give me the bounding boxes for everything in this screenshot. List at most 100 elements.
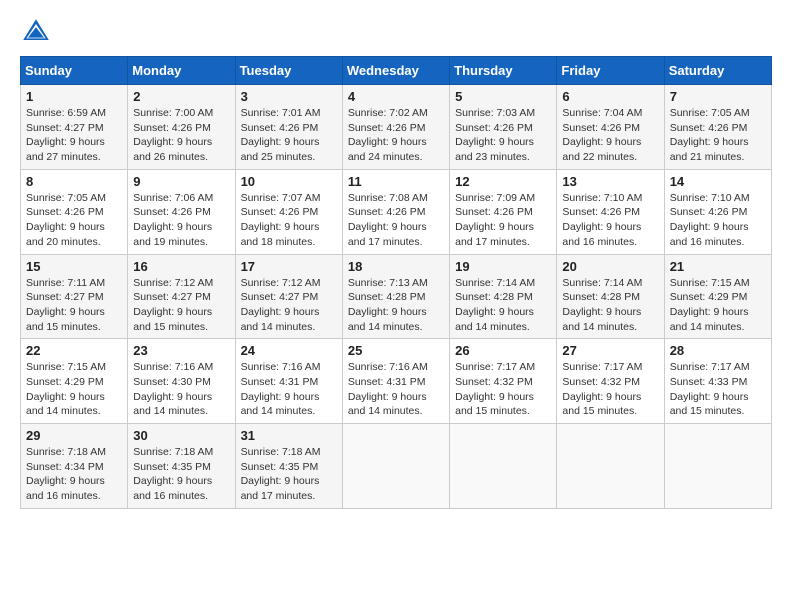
day-info: Sunrise: 7:05 AM Sunset: 4:26 PM Dayligh… (670, 106, 766, 165)
calendar-cell: 14 Sunrise: 7:10 AM Sunset: 4:26 PM Dayl… (664, 169, 771, 254)
day-number: 25 (348, 343, 444, 358)
day-number: 3 (241, 89, 337, 104)
day-header-wednesday: Wednesday (342, 57, 449, 85)
calendar-cell (664, 424, 771, 509)
calendar-cell: 6 Sunrise: 7:04 AM Sunset: 4:26 PM Dayli… (557, 85, 664, 170)
day-info: Sunrise: 7:17 AM Sunset: 4:32 PM Dayligh… (562, 360, 658, 419)
calendar-cell: 23 Sunrise: 7:16 AM Sunset: 4:30 PM Dayl… (128, 339, 235, 424)
day-number: 27 (562, 343, 658, 358)
logo-icon (20, 16, 52, 48)
day-number: 20 (562, 259, 658, 274)
calendar-cell: 9 Sunrise: 7:06 AM Sunset: 4:26 PM Dayli… (128, 169, 235, 254)
calendar-cell: 3 Sunrise: 7:01 AM Sunset: 4:26 PM Dayli… (235, 85, 342, 170)
calendar-cell: 13 Sunrise: 7:10 AM Sunset: 4:26 PM Dayl… (557, 169, 664, 254)
day-number: 7 (670, 89, 766, 104)
day-number: 21 (670, 259, 766, 274)
calendar-cell: 7 Sunrise: 7:05 AM Sunset: 4:26 PM Dayli… (664, 85, 771, 170)
day-number: 24 (241, 343, 337, 358)
day-header-monday: Monday (128, 57, 235, 85)
calendar-table: SundayMondayTuesdayWednesdayThursdayFrid… (20, 56, 772, 509)
logo (20, 16, 56, 48)
day-number: 4 (348, 89, 444, 104)
day-number: 14 (670, 174, 766, 189)
day-header-tuesday: Tuesday (235, 57, 342, 85)
day-info: Sunrise: 7:14 AM Sunset: 4:28 PM Dayligh… (455, 276, 551, 335)
day-info: Sunrise: 7:10 AM Sunset: 4:26 PM Dayligh… (562, 191, 658, 250)
calendar-cell: 30 Sunrise: 7:18 AM Sunset: 4:35 PM Dayl… (128, 424, 235, 509)
calendar-cell: 15 Sunrise: 7:11 AM Sunset: 4:27 PM Dayl… (21, 254, 128, 339)
calendar-week-5: 29 Sunrise: 7:18 AM Sunset: 4:34 PM Dayl… (21, 424, 772, 509)
calendar-cell: 17 Sunrise: 7:12 AM Sunset: 4:27 PM Dayl… (235, 254, 342, 339)
day-info: Sunrise: 7:12 AM Sunset: 4:27 PM Dayligh… (241, 276, 337, 335)
day-number: 10 (241, 174, 337, 189)
calendar-cell: 8 Sunrise: 7:05 AM Sunset: 4:26 PM Dayli… (21, 169, 128, 254)
day-number: 15 (26, 259, 122, 274)
calendar-cell: 4 Sunrise: 7:02 AM Sunset: 4:26 PM Dayli… (342, 85, 449, 170)
calendar-cell: 5 Sunrise: 7:03 AM Sunset: 4:26 PM Dayli… (450, 85, 557, 170)
day-number: 5 (455, 89, 551, 104)
day-info: Sunrise: 7:18 AM Sunset: 4:34 PM Dayligh… (26, 445, 122, 504)
calendar-week-3: 15 Sunrise: 7:11 AM Sunset: 4:27 PM Dayl… (21, 254, 772, 339)
day-info: Sunrise: 6:59 AM Sunset: 4:27 PM Dayligh… (26, 106, 122, 165)
day-info: Sunrise: 7:09 AM Sunset: 4:26 PM Dayligh… (455, 191, 551, 250)
day-number: 11 (348, 174, 444, 189)
day-number: 18 (348, 259, 444, 274)
day-number: 12 (455, 174, 551, 189)
calendar-cell: 20 Sunrise: 7:14 AM Sunset: 4:28 PM Dayl… (557, 254, 664, 339)
day-info: Sunrise: 7:06 AM Sunset: 4:26 PM Dayligh… (133, 191, 229, 250)
day-number: 1 (26, 89, 122, 104)
day-number: 23 (133, 343, 229, 358)
day-number: 13 (562, 174, 658, 189)
calendar-cell (342, 424, 449, 509)
calendar-body: 1 Sunrise: 6:59 AM Sunset: 4:27 PM Dayli… (21, 85, 772, 509)
day-info: Sunrise: 7:15 AM Sunset: 4:29 PM Dayligh… (670, 276, 766, 335)
calendar-cell: 19 Sunrise: 7:14 AM Sunset: 4:28 PM Dayl… (450, 254, 557, 339)
day-info: Sunrise: 7:16 AM Sunset: 4:31 PM Dayligh… (241, 360, 337, 419)
day-number: 31 (241, 428, 337, 443)
day-number: 22 (26, 343, 122, 358)
day-number: 19 (455, 259, 551, 274)
calendar-cell: 18 Sunrise: 7:13 AM Sunset: 4:28 PM Dayl… (342, 254, 449, 339)
day-number: 6 (562, 89, 658, 104)
calendar-cell: 2 Sunrise: 7:00 AM Sunset: 4:26 PM Dayli… (128, 85, 235, 170)
calendar-week-4: 22 Sunrise: 7:15 AM Sunset: 4:29 PM Dayl… (21, 339, 772, 424)
calendar-cell: 31 Sunrise: 7:18 AM Sunset: 4:35 PM Dayl… (235, 424, 342, 509)
day-number: 17 (241, 259, 337, 274)
calendar-cell: 1 Sunrise: 6:59 AM Sunset: 4:27 PM Dayli… (21, 85, 128, 170)
day-number: 28 (670, 343, 766, 358)
day-info: Sunrise: 7:01 AM Sunset: 4:26 PM Dayligh… (241, 106, 337, 165)
day-number: 2 (133, 89, 229, 104)
day-info: Sunrise: 7:14 AM Sunset: 4:28 PM Dayligh… (562, 276, 658, 335)
day-number: 8 (26, 174, 122, 189)
day-info: Sunrise: 7:11 AM Sunset: 4:27 PM Dayligh… (26, 276, 122, 335)
day-number: 9 (133, 174, 229, 189)
day-header-saturday: Saturday (664, 57, 771, 85)
day-info: Sunrise: 7:17 AM Sunset: 4:32 PM Dayligh… (455, 360, 551, 419)
page-header (20, 16, 772, 48)
day-info: Sunrise: 7:08 AM Sunset: 4:26 PM Dayligh… (348, 191, 444, 250)
calendar-week-2: 8 Sunrise: 7:05 AM Sunset: 4:26 PM Dayli… (21, 169, 772, 254)
day-number: 29 (26, 428, 122, 443)
day-info: Sunrise: 7:05 AM Sunset: 4:26 PM Dayligh… (26, 191, 122, 250)
calendar-cell: 29 Sunrise: 7:18 AM Sunset: 4:34 PM Dayl… (21, 424, 128, 509)
calendar-cell: 10 Sunrise: 7:07 AM Sunset: 4:26 PM Dayl… (235, 169, 342, 254)
day-info: Sunrise: 7:02 AM Sunset: 4:26 PM Dayligh… (348, 106, 444, 165)
day-info: Sunrise: 7:17 AM Sunset: 4:33 PM Dayligh… (670, 360, 766, 419)
calendar-cell: 24 Sunrise: 7:16 AM Sunset: 4:31 PM Dayl… (235, 339, 342, 424)
calendar-cell: 11 Sunrise: 7:08 AM Sunset: 4:26 PM Dayl… (342, 169, 449, 254)
calendar-cell: 27 Sunrise: 7:17 AM Sunset: 4:32 PM Dayl… (557, 339, 664, 424)
calendar-cell (450, 424, 557, 509)
day-number: 16 (133, 259, 229, 274)
day-info: Sunrise: 7:16 AM Sunset: 4:31 PM Dayligh… (348, 360, 444, 419)
day-info: Sunrise: 7:15 AM Sunset: 4:29 PM Dayligh… (26, 360, 122, 419)
day-header-thursday: Thursday (450, 57, 557, 85)
day-header-sunday: Sunday (21, 57, 128, 85)
day-info: Sunrise: 7:00 AM Sunset: 4:26 PM Dayligh… (133, 106, 229, 165)
calendar-cell: 16 Sunrise: 7:12 AM Sunset: 4:27 PM Dayl… (128, 254, 235, 339)
calendar-cell: 12 Sunrise: 7:09 AM Sunset: 4:26 PM Dayl… (450, 169, 557, 254)
calendar-header: SundayMondayTuesdayWednesdayThursdayFrid… (21, 57, 772, 85)
calendar-cell: 26 Sunrise: 7:17 AM Sunset: 4:32 PM Dayl… (450, 339, 557, 424)
calendar-cell: 21 Sunrise: 7:15 AM Sunset: 4:29 PM Dayl… (664, 254, 771, 339)
day-number: 30 (133, 428, 229, 443)
day-info: Sunrise: 7:18 AM Sunset: 4:35 PM Dayligh… (133, 445, 229, 504)
